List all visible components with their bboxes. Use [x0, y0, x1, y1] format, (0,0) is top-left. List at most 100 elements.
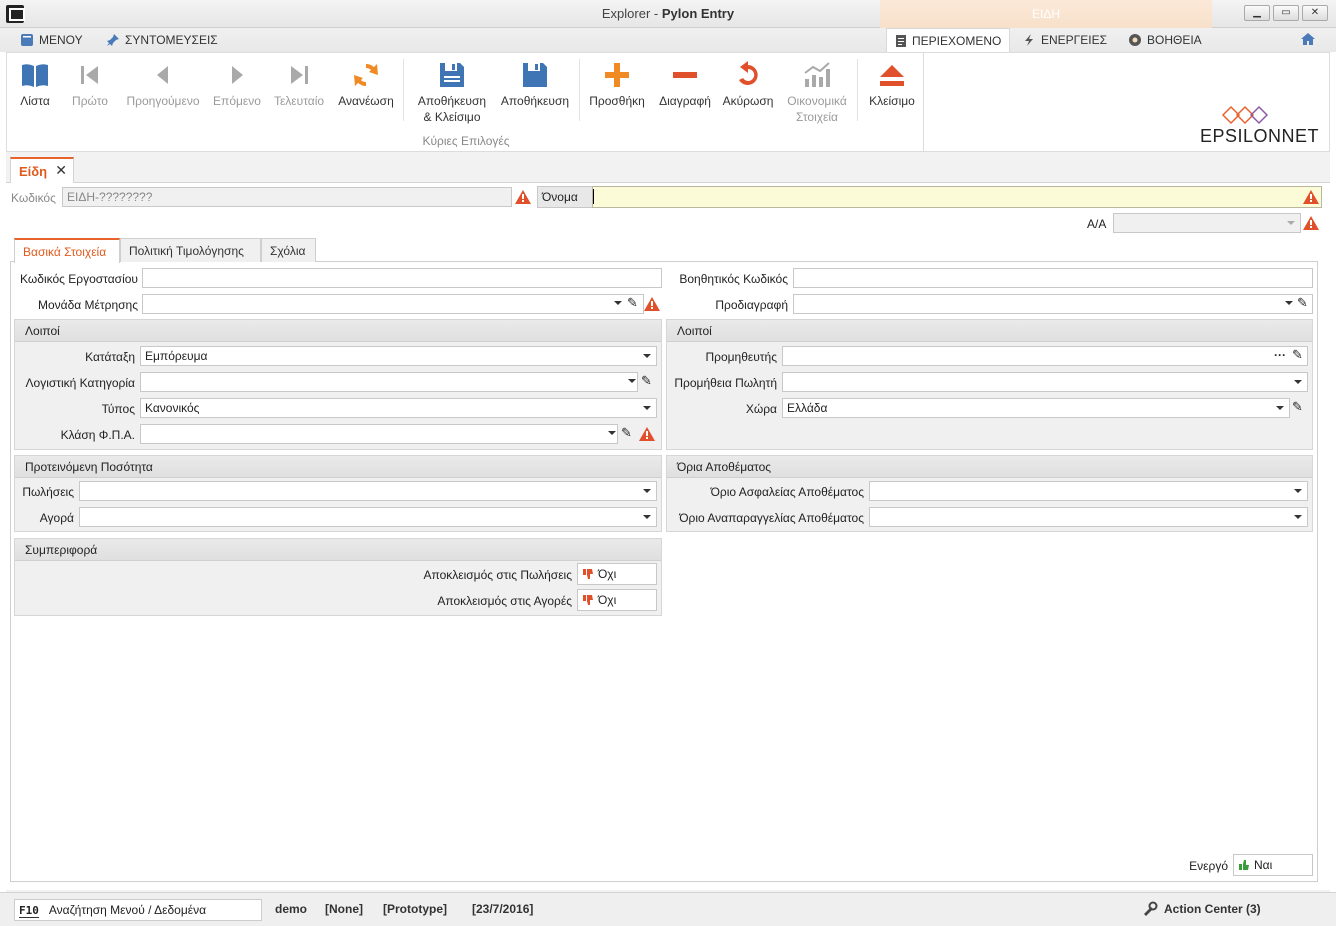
tab-pricing-policy[interactable]: Πολιτική Τιμολόγησης: [120, 238, 261, 262]
add-label: Προσθήκη: [589, 94, 645, 108]
delete-button[interactable]: Διαγραφή: [653, 57, 717, 109]
country-select[interactable]: Ελλάδα: [782, 398, 1290, 418]
country-value: Ελλάδα: [787, 401, 828, 415]
pencil-icon[interactable]: ✎: [1297, 295, 1308, 311]
save-icon: [523, 63, 547, 87]
first-button[interactable]: Πρώτο: [67, 57, 113, 109]
warning-icon: [1303, 216, 1319, 230]
context-label: ΕΙΔΗ: [1031, 7, 1061, 21]
add-button[interactable]: Προσθήκη: [585, 57, 649, 109]
commission-select[interactable]: [782, 372, 1308, 392]
doc-tab-items[interactable]: Είδη ✕: [10, 157, 74, 183]
close-icon[interactable]: ✕: [55, 162, 67, 179]
supplier-field[interactable]: [782, 346, 1308, 366]
tab-content[interactable]: ΠΕΡΙΕΧΟΜΕΝΟ: [886, 28, 1011, 52]
accounting-category-label: Λογιστική Κατηγορία: [25, 376, 136, 390]
spec-select[interactable]: [793, 294, 1313, 314]
tab-basic[interactable]: Βασικά Στοιχεία: [14, 238, 120, 263]
lifebuoy-icon: [1129, 34, 1141, 46]
accounting-category-select[interactable]: [140, 372, 638, 392]
ribbon-group-label: Κύριες Επιλογές: [422, 134, 510, 148]
name-field[interactable]: [592, 186, 1322, 208]
previous-label: Προηγούμενο: [126, 94, 200, 108]
chevron-down-icon[interactable]: [614, 301, 622, 305]
ellipsis-icon[interactable]: ···: [1274, 348, 1286, 362]
purchase-qty-label: Αγορά: [39, 511, 74, 525]
active-toggle[interactable]: Ναι: [1233, 854, 1313, 876]
financial-button[interactable]: Οικονομικά Στοιχεία: [781, 57, 853, 125]
action-center-label: Action Center (3): [1164, 902, 1261, 916]
chevron-down-icon: [1294, 489, 1302, 493]
aa-field[interactable]: [1113, 213, 1301, 233]
sales-qty-select[interactable]: [79, 481, 657, 501]
pencil-icon[interactable]: ✎: [621, 425, 632, 441]
behavior-title: Συμπεριφορά: [15, 539, 661, 561]
spec-label: Προδιαγραφή: [715, 298, 788, 312]
lightning-icon: [1025, 34, 1033, 46]
first-label: Πρώτο: [72, 94, 108, 108]
pencil-icon[interactable]: ✎: [1292, 347, 1303, 363]
close-window-button[interactable]: ✕: [1302, 5, 1328, 21]
menu-label: ΜΕΝΟΥ: [39, 33, 83, 47]
factory-code-field[interactable]: [142, 268, 662, 288]
previous-button[interactable]: Προηγούμενο: [123, 57, 203, 109]
home-button[interactable]: [1300, 32, 1316, 49]
cancel-button[interactable]: Ακύρωση: [719, 57, 777, 109]
chevron-down-icon: [643, 354, 651, 358]
purchase-qty-select[interactable]: [79, 507, 657, 527]
chevron-down-icon[interactable]: [628, 379, 636, 383]
pencil-icon[interactable]: ✎: [641, 373, 652, 389]
status-prototype: [Prototype]: [383, 902, 447, 916]
minus-icon: [673, 72, 697, 78]
tab-actions[interactable]: ΕΝΕΡΓΕΙΕΣ: [1014, 28, 1115, 52]
last-button[interactable]: Τελευταίο: [269, 57, 329, 109]
exclude-purchases-toggle[interactable]: Όχι: [577, 589, 657, 611]
shortcuts-button[interactable]: ΣΥΝΤΟΜΕΥΣΕΙΣ: [106, 33, 218, 47]
exclude-purchases-label: Αποκλεισμός στις Αγορές: [437, 594, 572, 608]
save-close-button[interactable]: Αποθήκευση & Κλείσιμο: [411, 57, 493, 125]
type-select[interactable]: Κανονικός: [140, 398, 657, 418]
exclude-purchases-value: Όχι: [598, 593, 617, 607]
vat-class-select[interactable]: [140, 424, 618, 444]
safety-stock-select[interactable]: [869, 481, 1308, 501]
exclude-sales-toggle[interactable]: Όχι: [577, 563, 657, 585]
maximize-button[interactable]: ▭: [1273, 5, 1299, 21]
last-label: Τελευταίο: [273, 94, 325, 108]
pencil-icon[interactable]: ✎: [627, 295, 638, 311]
save-close-label-2: & Κλείσιμο: [423, 110, 481, 124]
warning-icon: [515, 190, 531, 204]
title-app: Explorer: [601, 6, 651, 21]
chevron-down-icon[interactable]: [608, 431, 616, 435]
unit-select[interactable]: [142, 294, 644, 314]
skip-last-icon: [291, 66, 308, 84]
classification-select[interactable]: Εμπόρευμα: [140, 346, 657, 366]
arrow-right-icon: [232, 66, 243, 84]
pencil-icon[interactable]: ✎: [1292, 399, 1303, 415]
reorder-stock-select[interactable]: [869, 507, 1308, 527]
save-button[interactable]: Αποθήκευση: [495, 57, 575, 109]
action-center-button[interactable]: Action Center (3): [1142, 901, 1261, 917]
tab-help[interactable]: ΒΟΗΘΕΙΑ: [1120, 28, 1210, 52]
next-button[interactable]: Επόμενο: [209, 57, 265, 109]
aux-code-field[interactable]: [793, 268, 1313, 288]
minimize-button[interactable]: ▁: [1244, 5, 1270, 21]
active-value: Ναι: [1254, 858, 1273, 872]
others-left-title: Λοιποί: [15, 320, 661, 342]
window-controls: ▁ ▭ ✕: [1244, 5, 1328, 21]
close-button[interactable]: Κλείσιμο: [863, 57, 921, 109]
chevron-down-icon: [643, 515, 651, 519]
chevron-down-icon[interactable]: [1285, 301, 1293, 305]
menu-search-input[interactable]: F10 Αναζήτηση Μενού / Δεδομένα: [14, 899, 262, 921]
refresh-button[interactable]: Ανανέωση: [335, 57, 397, 109]
list-button[interactable]: Λίστα: [13, 57, 57, 109]
factory-code-label: Κωδικός Εργοστασίου: [20, 272, 138, 286]
list-label: Λίστα: [20, 94, 50, 108]
code-field[interactable]: ΕΙΔΗ-????????: [62, 187, 512, 207]
shortcuts-label: ΣΥΝΤΟΜΕΥΣΕΙΣ: [125, 33, 218, 47]
plus-icon: [605, 63, 629, 87]
undo-icon: [739, 61, 758, 85]
reorder-stock-label: Όριο Αναπαραγγελίας Αποθέματος: [679, 511, 864, 525]
menu-button[interactable]: ΜΕΝΟΥ: [20, 33, 83, 47]
tab-comments[interactable]: Σχόλια: [261, 238, 316, 262]
suggested-qty-title: Προτεινόμενη Ποσότητα: [15, 456, 661, 478]
